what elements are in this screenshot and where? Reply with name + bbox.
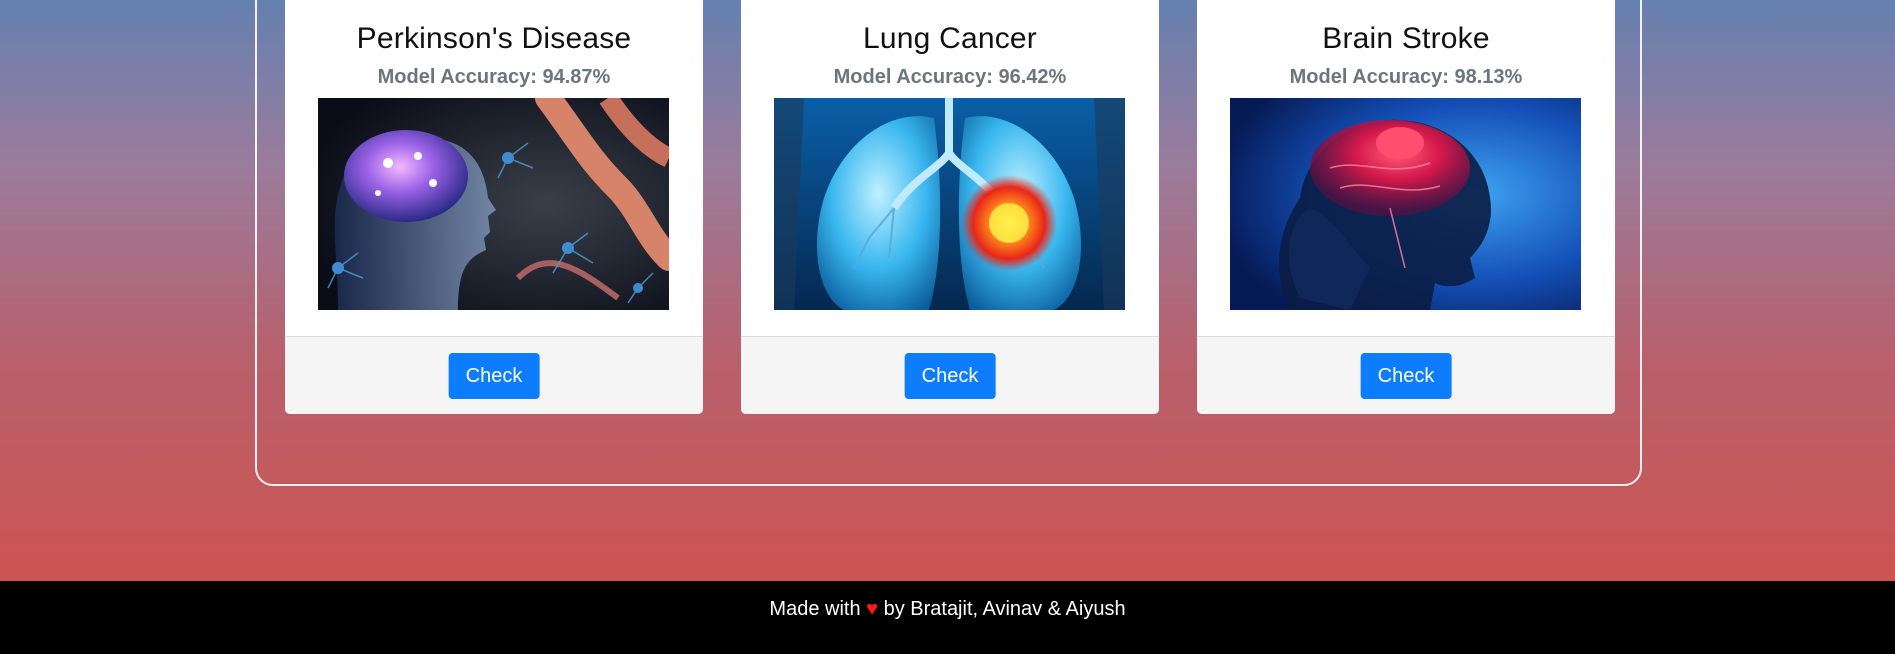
card-lung-cancer: Lung Cancer Model Accuracy: 96.42% Check xyxy=(741,0,1159,414)
card-title: Perkinson's Disease xyxy=(356,22,632,55)
check-button[interactable]: Check xyxy=(1360,353,1452,399)
footer-credits: by Bratajit, Avinav & Aiyush xyxy=(883,598,1126,620)
model-accuracy: Model Accuracy: 94.87% xyxy=(377,66,611,88)
card-parkinsons: Perkinson's Disease Model Accuracy: 94.8… xyxy=(285,0,703,414)
card-brain-stroke: Brain Stroke Model Accuracy: 98.13% Chec… xyxy=(1197,0,1615,414)
card-footer: Check xyxy=(741,336,1159,414)
card-footer: Check xyxy=(285,336,703,414)
footer-prefix: Made with xyxy=(769,598,861,620)
card-title: Lung Cancer xyxy=(863,22,1037,55)
lungs-tumor-image xyxy=(774,98,1125,310)
page-footer: Made with ♥ by Bratajit, Avinav & Aiyush xyxy=(0,581,1895,654)
brain-neurons-image xyxy=(318,98,669,310)
model-accuracy: Model Accuracy: 98.13% xyxy=(1289,66,1523,88)
check-button[interactable]: Check xyxy=(904,353,996,399)
heart-icon: ♥ xyxy=(866,598,879,620)
card-title: Brain Stroke xyxy=(1322,22,1490,55)
check-button[interactable]: Check xyxy=(448,353,540,399)
cards-container: Perkinson's Disease Model Accuracy: 94.8… xyxy=(255,0,1642,486)
model-accuracy: Model Accuracy: 96.42% xyxy=(833,66,1067,88)
brain-stroke-image xyxy=(1230,98,1581,310)
card-footer: Check xyxy=(1197,336,1615,414)
